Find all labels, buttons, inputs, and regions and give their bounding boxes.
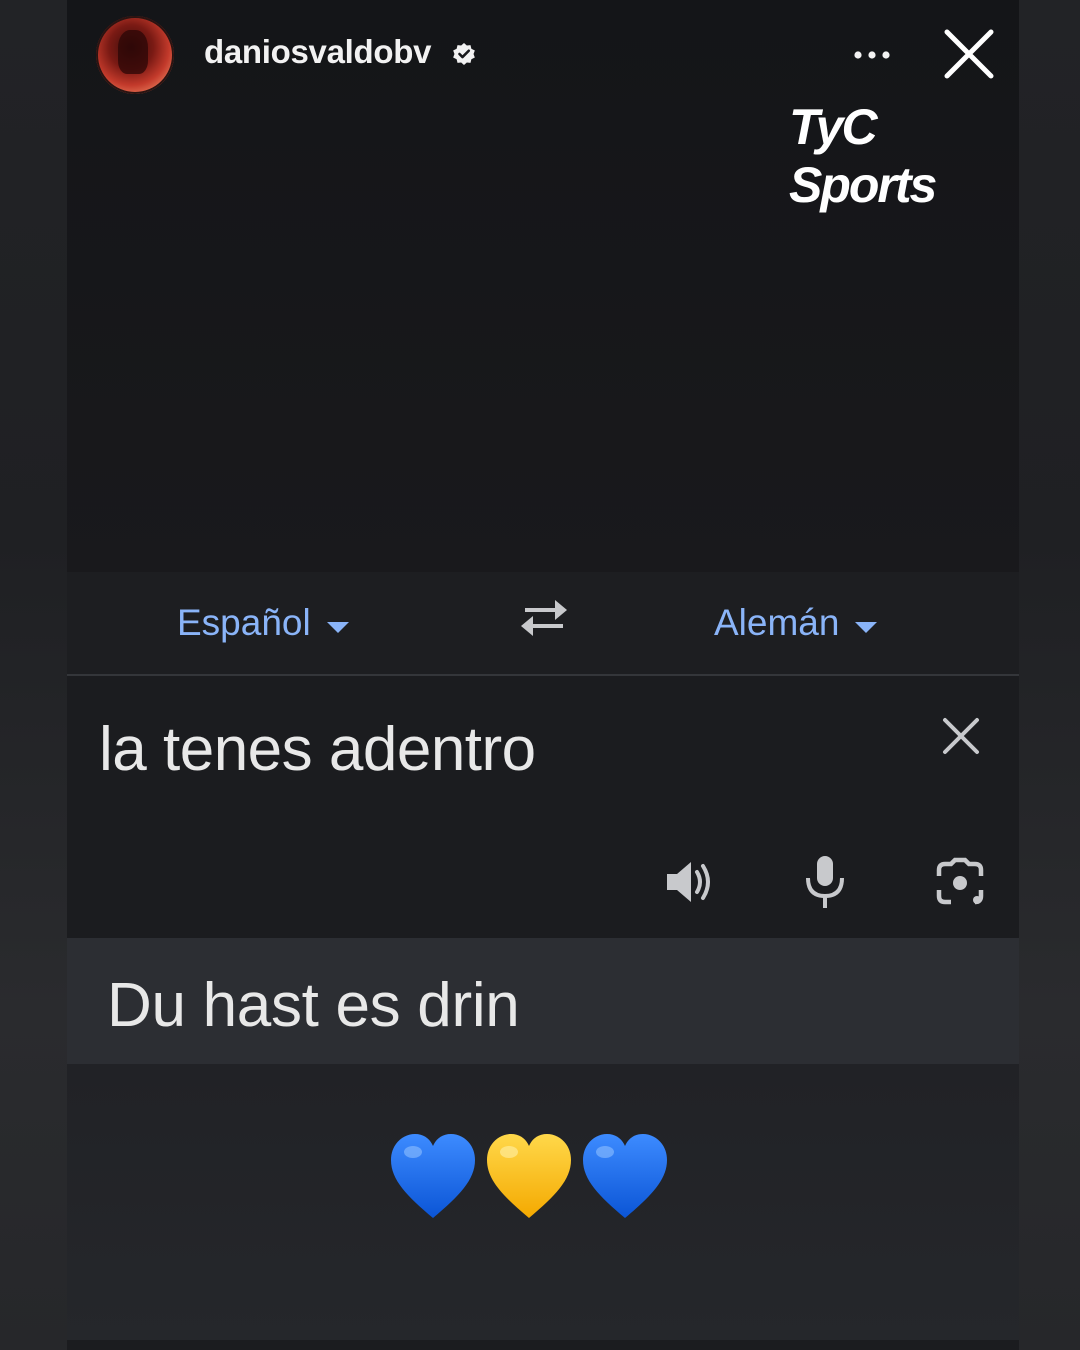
translation-panel: Du hast es drin (67, 938, 1019, 1064)
chevron-down-icon (326, 621, 349, 633)
brand-logo: TyC Sports (789, 99, 937, 213)
speaker-icon[interactable] (663, 856, 715, 908)
clear-icon[interactable] (939, 714, 983, 758)
more-horizontal-icon[interactable] (849, 40, 895, 70)
blue-heart-icon (583, 1134, 667, 1218)
swap-languages-icon[interactable] (517, 596, 571, 640)
blue-heart-icon (391, 1134, 475, 1218)
camera-lens-icon[interactable] (933, 856, 987, 910)
close-icon[interactable] (941, 26, 997, 82)
chevron-down-icon (855, 621, 878, 633)
backdrop-left (0, 0, 67, 1350)
source-language-label: Español (177, 602, 311, 643)
backdrop-right (1019, 0, 1080, 1350)
story-background (67, 0, 1019, 572)
avatar[interactable] (96, 16, 174, 94)
microphone-icon[interactable] (802, 854, 848, 910)
translated-text[interactable]: Du hast es drin (107, 970, 520, 1041)
story-viewer: daniosvaldobv TyC Sports Español Alemán … (67, 0, 1019, 1340)
verified-badge-icon (453, 42, 475, 66)
language-bar: Español Alemán (67, 572, 1019, 676)
source-text-panel[interactable]: la tenes adentro (67, 676, 1019, 938)
source-text[interactable]: la tenes adentro (99, 714, 536, 785)
username[interactable]: daniosvaldobv (204, 33, 431, 71)
heart-stickers (387, 1130, 677, 1230)
target-language-label: Alemán (714, 602, 840, 643)
yellow-heart-icon (487, 1134, 571, 1218)
source-language-select[interactable]: Español (177, 602, 349, 644)
target-language-select[interactable]: Alemán (714, 602, 878, 644)
